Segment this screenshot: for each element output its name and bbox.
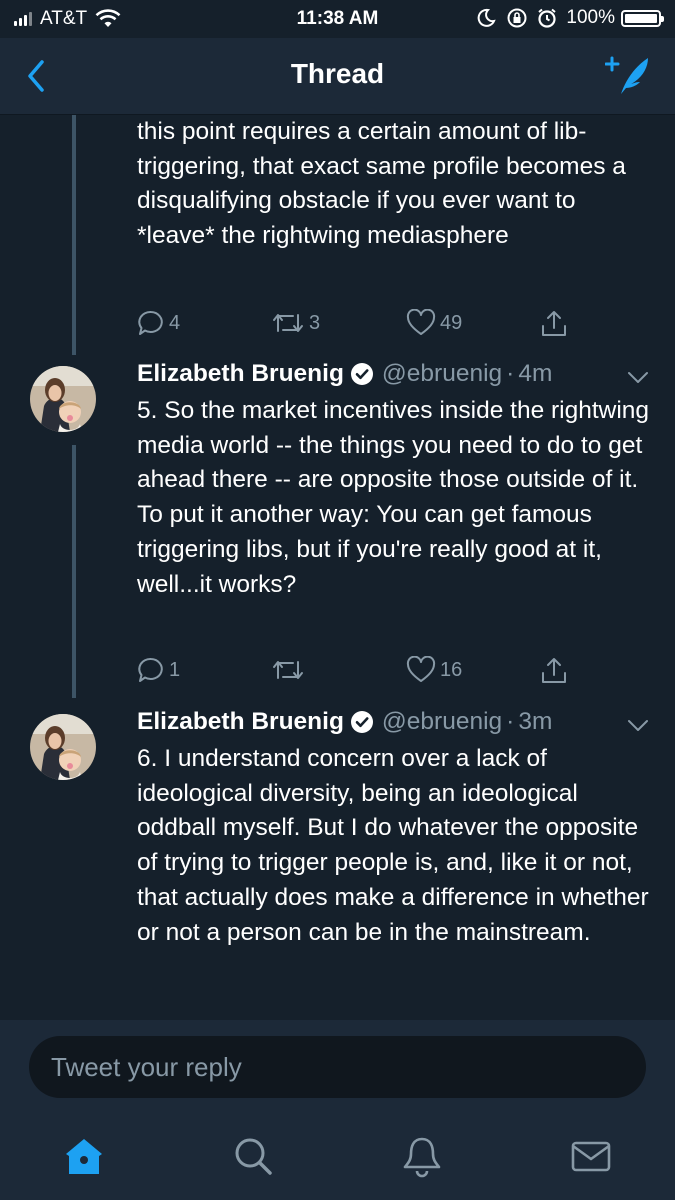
like-action[interactable]: 16	[406, 656, 462, 684]
verified-badge-icon	[350, 362, 374, 386]
retweet-count: 3	[309, 311, 321, 334]
tweet-header: Elizabeth Bruenig @ebruenig · 3m	[137, 708, 552, 736]
home-icon[interactable]	[62, 1134, 106, 1178]
reply-action[interactable]: 1	[137, 656, 180, 684]
like-action[interactable]: 49	[406, 309, 462, 337]
separator-dot: ·	[506, 708, 515, 735]
share-icon	[542, 311, 566, 336]
battery-icon	[621, 9, 664, 27]
tweet-text: 6. I understand concern over a lack of i…	[137, 745, 649, 946]
avatar[interactable]	[28, 712, 98, 782]
reply-action[interactable]: 4	[137, 309, 180, 337]
reply-count: 4	[169, 311, 181, 334]
share-action[interactable]	[539, 656, 569, 686]
tweet-text: 5. So the market incentives inside the r…	[137, 397, 650, 598]
reply-bubble-icon	[138, 310, 163, 335]
tweet-actions: 4 3 49	[137, 309, 587, 339]
author-name[interactable]: Elizabeth Bruenig	[137, 360, 344, 388]
messages-envelope-icon[interactable]	[569, 1134, 613, 1178]
author-handle[interactable]: @ebruenig	[382, 360, 502, 388]
alarm-icon	[538, 8, 557, 28]
do-not-disturb-moon-icon	[478, 8, 497, 27]
reply-composer: Tweet your reply	[0, 1020, 675, 1116]
status-bar: AT&T 11:38 AM 100%	[0, 0, 675, 38]
chevron-down-icon[interactable]	[627, 719, 649, 733]
chevron-down-icon[interactable]	[627, 371, 649, 385]
avatar[interactable]	[28, 364, 98, 434]
reply-bubble-icon	[138, 657, 163, 682]
battery-percentage: 100%	[566, 7, 615, 28]
share-icon	[542, 658, 566, 683]
retweet-icon	[273, 661, 303, 679]
tweet-timestamp: 4m	[518, 360, 553, 387]
heart-icon	[406, 656, 436, 682]
heart-icon	[406, 309, 436, 335]
notifications-bell-icon[interactable]	[400, 1134, 444, 1178]
like-count: 16	[440, 658, 463, 681]
profile-photo-icon	[30, 714, 96, 780]
profile-photo-icon	[30, 366, 96, 432]
thread-connector-line	[72, 115, 76, 355]
like-count: 49	[440, 311, 463, 334]
thread-list: this point requires a certain amount of …	[0, 115, 675, 1020]
reply-input[interactable]: Tweet your reply	[29, 1036, 646, 1098]
retweet-action[interactable]: 3	[271, 309, 320, 337]
author-handle[interactable]: @ebruenig	[382, 708, 502, 736]
retweet-icon	[273, 314, 303, 332]
separator-dot: ·	[506, 360, 515, 387]
navigation-header: Thread	[0, 38, 675, 115]
compose-tweet-icon[interactable]	[605, 54, 651, 96]
tweet-header: Elizabeth Bruenig @ebruenig · 4m	[137, 360, 552, 388]
tweet-actions: 1 16	[137, 656, 587, 686]
author-name[interactable]: Elizabeth Bruenig	[137, 708, 344, 736]
tweet-text: this point requires a certain amount of …	[137, 118, 626, 250]
thread-connector-line	[72, 445, 76, 698]
verified-badge-icon	[350, 710, 374, 734]
orientation-lock-icon	[507, 8, 527, 28]
page-title: Thread	[290, 58, 385, 89]
tweet-timestamp: 3m	[518, 708, 553, 735]
retweet-action[interactable]	[271, 656, 309, 684]
tab-bar	[0, 1116, 675, 1200]
reply-count: 1	[169, 658, 181, 681]
search-icon[interactable]	[231, 1134, 275, 1178]
status-icons: 100%	[476, 7, 664, 29]
share-action[interactable]	[539, 309, 569, 339]
